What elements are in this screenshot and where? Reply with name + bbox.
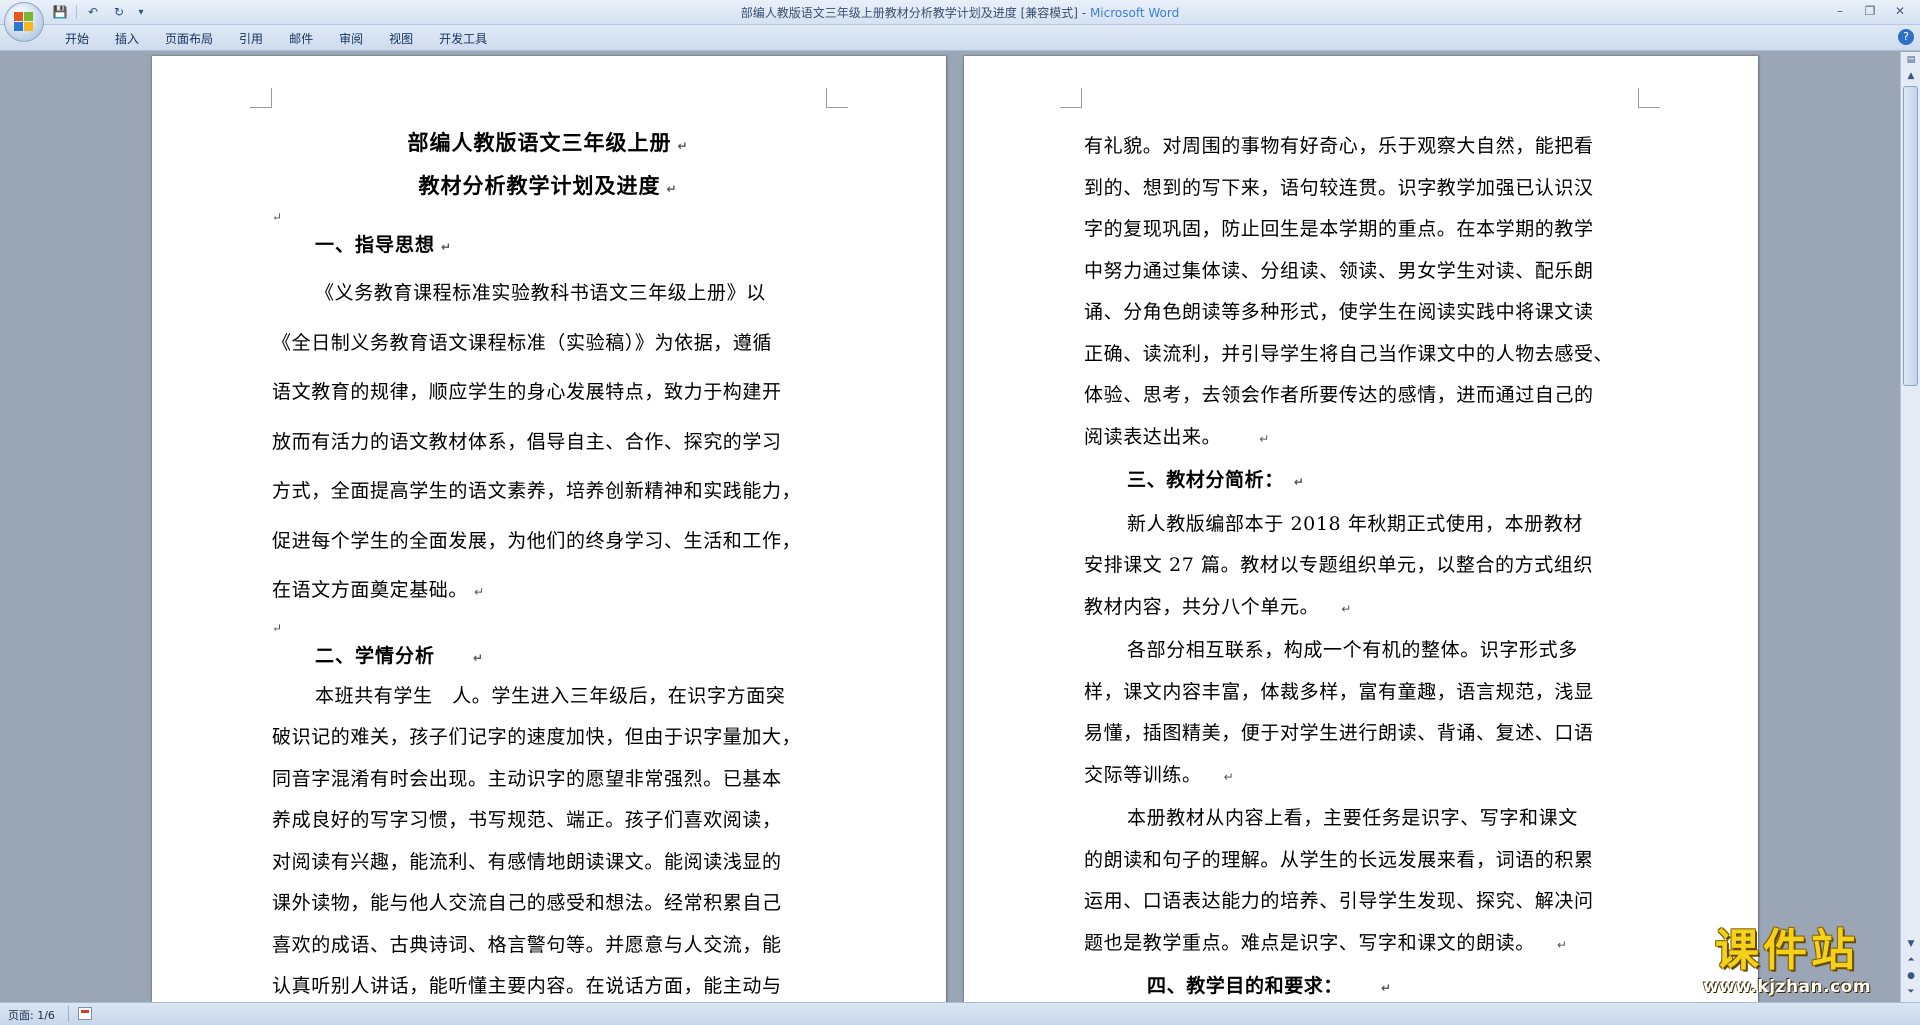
crop-mark — [1638, 88, 1660, 108]
doc-title-line-1: 部编人教版语文三年级上册 ↵ — [407, 130, 689, 155]
scroll-up-icon[interactable]: ▲ — [1902, 68, 1920, 84]
text-line: 易懂，插图精美，便于对学生进行朗读、背诵、复述、口语 — [1084, 722, 1594, 744]
document-area[interactable]: 部编人教版语文三年级上册 ↵ 教材分析教学计划及进度 ↵ ↵ 一、指导思想 ↵ 《义务… — [0, 52, 1900, 1002]
text-line: 养成良好的写字习惯，书写规范、端正。孩子们喜欢阅读， — [272, 809, 782, 831]
text-line: 促进每个学生的全面发展，为他们的终身学习、生活和工作， — [272, 529, 802, 552]
scroll-thumb[interactable] — [1903, 86, 1918, 386]
page-count-status[interactable]: 页面: 1/6 — [8, 1007, 55, 1023]
page-2[interactable]: 有礼貌。对周围的事物有好奇心，乐于观察大自然，能把看 到的、想到的写下来，语句较… — [964, 56, 1758, 1002]
paragraph-textbook-structure: 各部分相互联系，构成一个有机的整体。识字形式多 样，课文内容丰富，体裁多样，富有… — [1084, 630, 1636, 798]
tab-page-layout[interactable]: 页面布局 — [152, 29, 226, 49]
heading-textbook-analysis: 三、教材分简析： ↵ — [1127, 469, 1305, 491]
select-browse-object-icon[interactable]: ● — [1902, 968, 1920, 984]
text-line: 中努力通过集体读、分组读、领读、男女学生对读、配乐朗 — [1084, 259, 1594, 282]
text-line: 字的复现巩固，防止回生是本学期的重点。在本学期的教学 — [1084, 218, 1594, 240]
text-line: 诵、分角色朗读等多种形式，使学生在阅读实践中将课文读 — [1084, 301, 1594, 323]
tab-developer[interactable]: 开发工具 — [426, 29, 500, 49]
text-line: 同音字混淆有时会出现。主动识字的愿望非常强烈。已基本 — [272, 767, 782, 790]
scroll-down-icon[interactable]: ▼ — [1902, 936, 1920, 952]
watermark-brand: 课件站 — [1715, 925, 1859, 976]
page-1[interactable]: 部编人教版语文三年级上册 ↵ 教材分析教学计划及进度 ↵ ↵ 一、指导思想 ↵ 《义务… — [152, 56, 946, 1002]
text-line: 阅读表达出来。 ↵ — [1084, 425, 1270, 448]
site-watermark: 课件站 www.kjzhan.com — [1672, 925, 1902, 1005]
ribbon-tabs: 开始 插入 页面布局 引用 邮件 审阅 视图 开发工具 — [52, 29, 500, 49]
text-line: 新人教版编部本于 2018 年秋期正式使用，本册教材 — [1127, 512, 1584, 535]
window-title: 部编人教版语文三年级上册教材分析教学计划及进度 [兼容模式] - Microso… — [0, 4, 1920, 21]
text-line: 有礼貌。对周围的事物有好奇心，乐于观察大自然，能把看 — [1084, 135, 1594, 157]
status-bar: 页面: 1/6 — [0, 1002, 1920, 1025]
heading-guiding-thought: 一、指导思想 ↵ — [315, 234, 453, 256]
doc-title-line-2: 教材分析教学计划及进度 ↵ — [418, 173, 678, 198]
page-1-content: 部编人教版语文三年级上册 ↵ 教材分析教学计划及进度 ↵ ↵ 一、指导思想 ↵ 《义务… — [272, 121, 824, 1002]
heading-teaching-goals: 四、教学目的和要求： ↵ — [1147, 975, 1392, 997]
crop-mark — [250, 88, 272, 108]
page-2-content: 有礼貌。对周围的事物有好奇心，乐于观察大自然，能把看 到的、想到的写下来，语句较… — [1084, 126, 1636, 1002]
text-line: 《全日制义务教育语文课程标准（实验稿）》为依据，遵循 — [272, 331, 773, 354]
empty-paragraph: ↵ — [272, 620, 283, 635]
text-line: 正确、读流利，并引导学生将自己当作课文中的人物去感受、 — [1084, 342, 1614, 365]
text-line: 课外读物，能与他人交流自己的感受和想法。经常积累自己 — [272, 892, 782, 914]
maximize-button[interactable]: ❐ — [1856, 2, 1884, 20]
continued-paragraph: 有礼貌。对周围的事物有好奇心，乐于观察大自然，能把看 到的、想到的写下来，语句较… — [1084, 126, 1636, 460]
text-line: 教材内容，共分八个单元。 ↵ — [1084, 595, 1352, 618]
text-line: 样，课文内容丰富，体裁多样，富有童趣，语言规范，浅显 — [1084, 680, 1594, 703]
scroll-bottom-controls: ▼ ⏶ ● ⏷ — [1901, 936, 1920, 1000]
empty-paragraph: ↵ — [272, 210, 283, 224]
tab-view[interactable]: 视图 — [376, 29, 426, 49]
text-line: 《义务教育课程标准实验教科书语文三年级上册》以 — [315, 282, 766, 304]
office-logo-icon — [14, 12, 34, 32]
tab-insert[interactable]: 插入 — [102, 29, 152, 49]
text-line: 认真听别人讲话，能听懂主要内容。在说话方面，能主动与 — [272, 975, 782, 997]
text-line: 在语文方面奠定基础。 ↵ — [272, 579, 485, 601]
title-dash: - — [1081, 6, 1090, 20]
crop-mark — [1060, 88, 1082, 108]
title-bar: 💾 ↶ ↻ ▾ 部编人教版语文三年级上册教材分析教学计划及进度 [兼容模式] -… — [0, 0, 1920, 25]
text-line: 对阅读有兴趣，能流利、有感情地朗读课文。能阅读浅显的 — [272, 850, 782, 873]
office-button[interactable] — [4, 2, 44, 42]
text-line: 到的、想到的写下来，语句较连贯。识字教学加强已认识汉 — [1084, 176, 1594, 199]
minimize-button[interactable]: – — [1826, 2, 1854, 20]
text-line: 体验、思考，去领会作者所要传达的感情，进而通过自己的 — [1084, 384, 1594, 406]
tab-review[interactable]: 审阅 — [326, 29, 376, 49]
section-1-paragraph: 《义务教育课程标准实验教科书语文三年级上册》以 《全日制义务教育语文课程标准（实… — [272, 269, 824, 618]
tab-mailings[interactable]: 邮件 — [276, 29, 326, 49]
text-line: 本班共有学生 人。学生进入三年级后，在识字方面突 — [315, 684, 786, 707]
ruler-toggle-icon[interactable]: ▤ — [1902, 52, 1920, 68]
watermark-url: www.kjzhan.com — [1702, 977, 1872, 997]
heading-student-analysis: 二、学情分析 ↵ — [315, 644, 485, 667]
text-line: 放而有活力的语文教材体系，倡导自主、合作、探究的学习 — [272, 430, 782, 453]
crop-mark — [826, 88, 848, 108]
app-name: Microsoft Word — [1089, 6, 1180, 20]
help-icon[interactable]: ? — [1898, 29, 1914, 45]
previous-page-icon[interactable]: ⏶ — [1902, 952, 1920, 968]
macro-recording-icon[interactable] — [78, 1007, 92, 1020]
text-line: 交际等训练。 ↵ — [1084, 763, 1235, 786]
text-line: 方式，全面提高学生的语文素养，培养创新精神和实践能力， — [272, 480, 802, 502]
tab-references[interactable]: 引用 — [226, 29, 276, 49]
section-2-paragraph: 本班共有学生 人。学生进入三年级后，在识字方面突 破识记的难关，孩子们记字的速度… — [272, 676, 824, 1003]
vertical-scrollbar[interactable]: ▤ ▲ ▼ ⏶ ● ⏷ — [1900, 52, 1920, 1002]
text-line: 题也是教学重点。难点是识字、写字和课文的朗读。 ↵ — [1084, 931, 1568, 954]
paragraph-textbook-intro: 新人教版编部本于 2018 年秋期正式使用，本册教材 安排课文 27 篇。教材以… — [1084, 504, 1636, 631]
text-line: 各部分相互联系，构成一个有机的整体。识字形式多 — [1127, 639, 1578, 661]
text-line: 破识记的难关，孩子们记字的速度加快，但由于识字量加大， — [272, 726, 802, 748]
window-controls: – ❐ ✕ — [1826, 2, 1914, 20]
close-button[interactable]: ✕ — [1886, 2, 1914, 20]
text-line: 安排课文 27 篇。教材以专题组织单元，以整合的方式组织 — [1084, 554, 1594, 576]
ribbon-tab-row: 开始 插入 页面布局 引用 邮件 审阅 视图 开发工具 ? — [0, 25, 1920, 51]
text-line: 的朗读和句子的理解。从学生的长远发展来看，词语的积累 — [1084, 848, 1594, 871]
text-line: 本册教材从内容上看，主要任务是识字、写字和课文 — [1127, 807, 1578, 829]
text-line: 语文教育的规律，顺应学生的身心发展特点，致力于构建开 — [272, 381, 782, 403]
document-title: 部编人教版语文三年级上册教材分析教学计划及进度 [兼容模式] — [740, 6, 1078, 20]
text-line: 喜欢的成语、古典诗词、格言警句等。并愿意与人交流，能 — [272, 933, 782, 956]
text-line: 运用、口语表达能力的培养、引导学生发现、探究、解决问 — [1084, 890, 1594, 912]
paragraph-textbook-content: 本册教材从内容上看，主要任务是识字、写字和课文 的朗读和句子的理解。从学生的长远… — [1084, 798, 1636, 966]
status-separator — [68, 1006, 69, 1022]
next-page-icon[interactable]: ⏷ — [1902, 984, 1920, 1000]
tab-home[interactable]: 开始 — [52, 29, 102, 49]
